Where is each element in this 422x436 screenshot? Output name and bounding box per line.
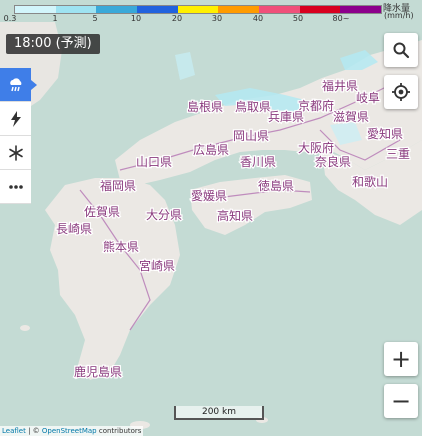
label-hiroshima: 広島県 — [193, 142, 229, 157]
layer-more-button[interactable] — [0, 170, 31, 204]
attribution-sep: | © — [25, 427, 42, 435]
scale-bar: 200 km — [174, 406, 264, 420]
label-nagasaki: 長崎県 — [56, 222, 92, 236]
zoom-out-label: − — [390, 387, 412, 415]
forecast-time-label: 18:00 (予測) — [6, 34, 100, 54]
legend-swatch — [218, 6, 260, 13]
legend-swatch — [299, 6, 341, 13]
label-okayama: 岡山県 — [233, 129, 269, 143]
more-dots-icon — [8, 184, 23, 189]
legend-color-bar — [14, 5, 382, 14]
precipitation-legend: 0.3 1 5 10 20 30 40 50 80~ — [3, 3, 382, 23]
legend-swatch — [96, 6, 138, 13]
snowflake-icon — [8, 144, 23, 161]
label-saga: 佐賀県 — [84, 205, 120, 219]
label-osaka: 大阪府 — [298, 140, 334, 155]
rain-cloud-icon — [9, 77, 21, 91]
legend-swatch — [55, 6, 97, 13]
label-aichi: 愛知県 — [367, 127, 403, 141]
label-tokushima: 徳島県 — [258, 178, 294, 193]
land-island — [20, 325, 30, 331]
label-kumamoto: 熊本県 — [103, 239, 139, 254]
label-oita: 大分県 — [146, 208, 182, 222]
legend-swatch — [177, 6, 219, 13]
legend-swatch — [15, 6, 56, 13]
legend-tick: 5 — [92, 14, 98, 23]
legend-tick: 40 — [252, 14, 264, 23]
label-ehime: 愛媛県 — [191, 189, 227, 203]
layer-rain-button[interactable] — [0, 68, 37, 102]
legend-tick: 1 — [52, 14, 58, 23]
zoom-in-button[interactable]: + — [384, 342, 418, 376]
label-kagoshima: 鹿児島県 — [74, 364, 122, 379]
label-gifu: 岐阜 — [356, 91, 380, 105]
label-yamaguchi: 山口県 — [136, 155, 172, 169]
label-nara: 奈良県 — [315, 154, 351, 169]
legend-unit: (mm/h) — [384, 11, 414, 20]
legend-tick: 50 — [292, 14, 304, 23]
zoom-in-label: + — [390, 345, 412, 373]
legend-tick: 10 — [130, 14, 142, 23]
layer-snow-button[interactable] — [0, 136, 31, 170]
label-fukui: 福井県 — [322, 78, 358, 93]
legend-tick: 30 — [211, 14, 223, 23]
label-miyazaki: 宮崎県 — [139, 258, 175, 273]
label-shimane: 島根県 — [187, 99, 223, 114]
layer-lightning-button[interactable] — [0, 102, 31, 136]
label-kochi: 高知県 — [217, 208, 253, 223]
zoom-out-button[interactable]: − — [384, 384, 418, 418]
label-wakayama: 和歌山 — [352, 174, 388, 189]
base-map[interactable]: 島根県 鳥取県 京都府 福井県 岐阜 滋賀県 兵庫県 岡山県 広島県 山口県 香… — [0, 0, 422, 435]
label-hyogo: 兵庫県 — [268, 110, 304, 124]
legend-tick: 80~ — [332, 14, 350, 23]
legend-swatch — [340, 6, 382, 13]
label-kagawa: 香川県 — [240, 155, 276, 169]
lightning-icon — [10, 110, 21, 127]
legend-swatch — [259, 6, 300, 13]
leaflet-link[interactable]: Leaflet — [2, 427, 26, 435]
legend-swatch — [137, 6, 178, 13]
label-shiga: 滋賀県 — [333, 110, 369, 124]
locate-icon — [392, 83, 410, 101]
search-button[interactable] — [384, 33, 418, 67]
layer-panel — [0, 68, 37, 204]
legend-tick: 0.3 — [3, 14, 17, 23]
locate-button[interactable] — [384, 75, 418, 109]
label-tottori: 鳥取県 — [235, 99, 271, 114]
label-fukuoka: 福岡県 — [100, 178, 136, 193]
label-mie: 三重 — [386, 147, 410, 161]
osm-link[interactable]: OpenStreetMap — [42, 427, 97, 435]
search-icon — [393, 42, 410, 59]
attribution-contrib: contributors — [96, 427, 142, 435]
legend-tick: 20 — [171, 14, 183, 23]
